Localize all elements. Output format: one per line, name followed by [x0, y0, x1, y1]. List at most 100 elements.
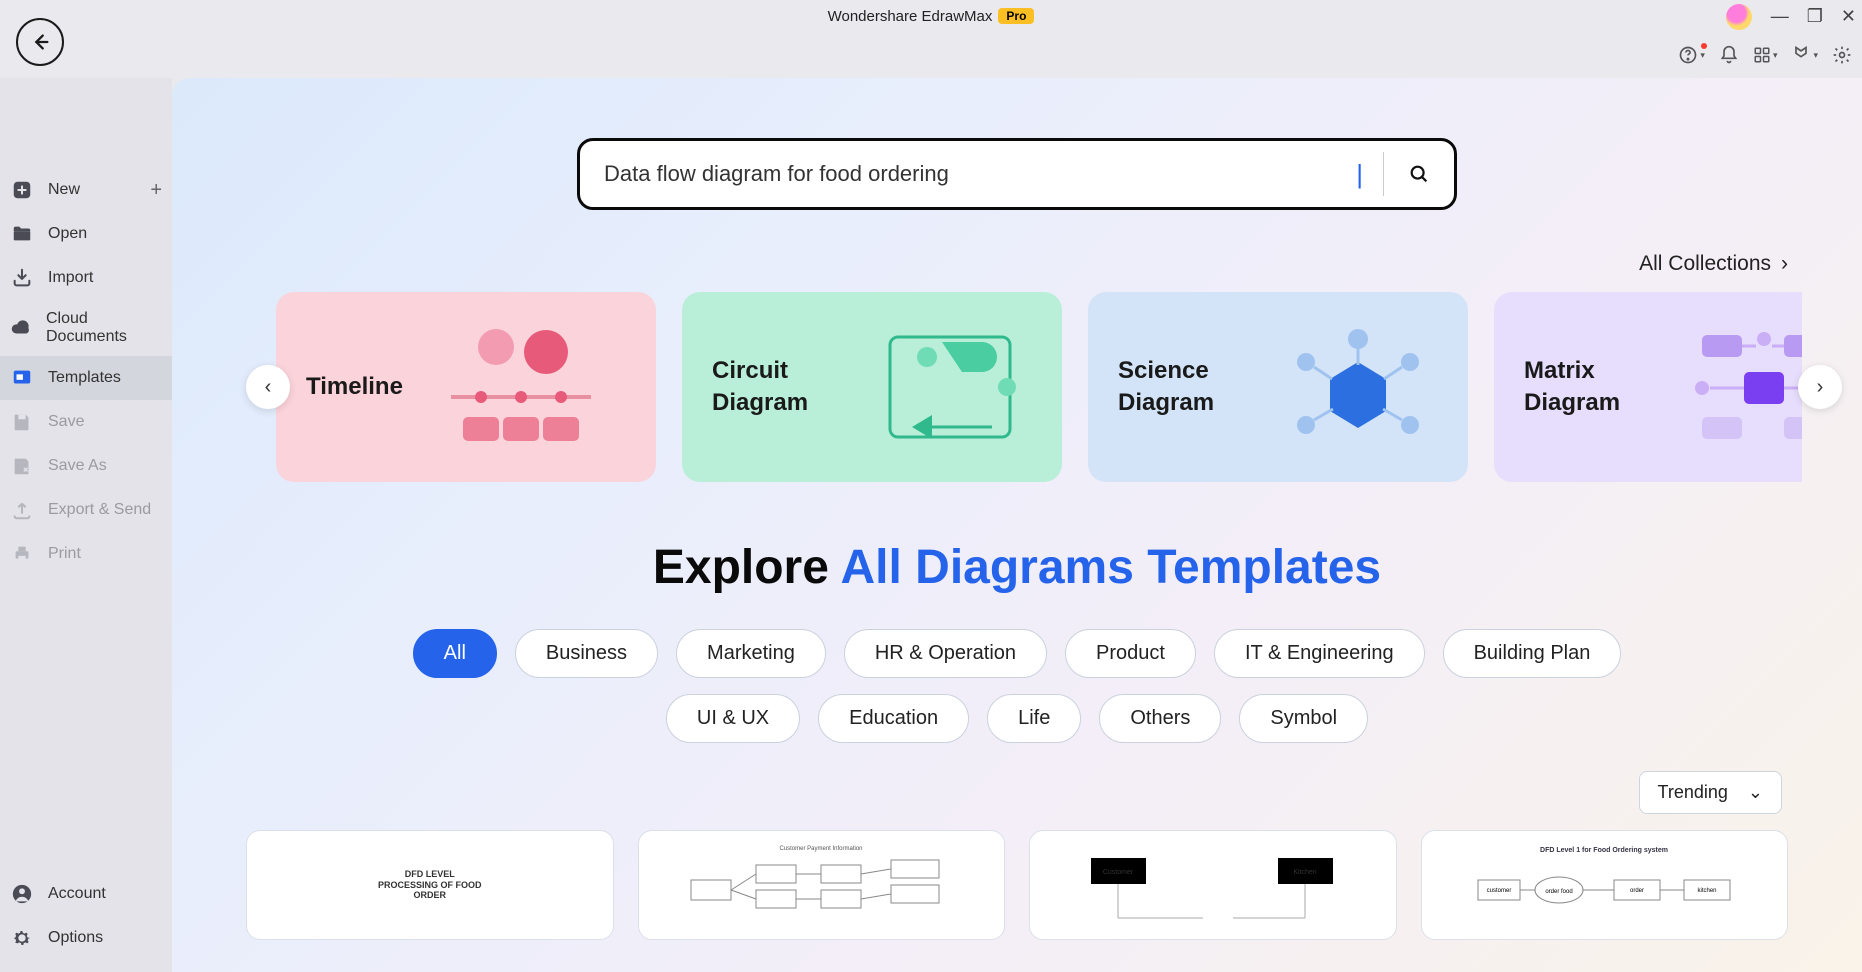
filter-pill-education[interactable]: Education: [818, 694, 969, 743]
filter-pill-hr-operation[interactable]: HR & Operation: [844, 629, 1047, 678]
svg-text:DFD Level 1 for Food Ordering: DFD Level 1 for Food Ordering system: [1540, 847, 1668, 854]
plus-square-icon: [10, 178, 34, 202]
sidebar-item-export-send: Export & Send: [0, 488, 172, 532]
sidebar-item-account[interactable]: Account: [0, 872, 172, 916]
category-card-matrix[interactable]: Matrix Diagram: [1494, 292, 1802, 482]
svg-text:order food: order food: [1546, 889, 1573, 895]
sidebar-item-label: Save: [48, 413, 84, 431]
cloud-icon: [10, 316, 32, 340]
sidebar-item-templates[interactable]: Templates: [0, 356, 172, 400]
print-icon: [10, 542, 34, 566]
filter-pill-others[interactable]: Others: [1099, 694, 1221, 743]
template-thumb: DFD Level 1 for Food Ordering system cus…: [1464, 840, 1744, 930]
filter-pill-all[interactable]: All: [413, 629, 497, 678]
sidebar-item-print: Print: [0, 532, 172, 576]
text-cursor: |: [1356, 159, 1363, 190]
svg-text:Customer: Customer: [1103, 869, 1134, 876]
top-toolbar: ▾ ▾ ▾: [0, 32, 1862, 78]
filter-pill-ui-ux[interactable]: UI & UX: [666, 694, 800, 743]
account-icon: [10, 882, 34, 906]
svg-text:customer: customer: [1487, 888, 1512, 894]
user-avatar[interactable]: [1726, 4, 1752, 30]
sidebar-item-label: Print: [48, 545, 81, 563]
timeline-art-icon: [417, 292, 626, 482]
settings-icon[interactable]: [1832, 45, 1852, 65]
category-label: Matrix Diagram: [1524, 355, 1670, 420]
filter-pill-it-engineering[interactable]: IT & Engineering: [1214, 629, 1425, 678]
notifications-icon[interactable]: [1719, 45, 1739, 65]
category-card-circuit[interactable]: Circuit Diagram: [682, 292, 1062, 482]
filter-pills: All Business Marketing HR & Operation Pr…: [172, 629, 1862, 743]
category-label: Science Diagram: [1118, 355, 1264, 420]
maximize-button[interactable]: ❐: [1807, 6, 1823, 27]
sidebar-item-save-as: Save As: [0, 444, 172, 488]
sort-dropdown[interactable]: Trending ⌄: [1639, 771, 1782, 814]
template-caption: DFD LEVEL PROCESSING OF FOOD ORDER: [375, 869, 485, 901]
sidebar-item-label: Import: [48, 269, 93, 287]
theme-icon[interactable]: ▾: [1791, 45, 1818, 65]
all-collections-label: All Collections: [1639, 252, 1771, 276]
svg-text:kitchen: kitchen: [1698, 888, 1717, 894]
gear-icon: [10, 926, 34, 950]
export-icon: [10, 498, 34, 522]
svg-text:Customer Payment Information: Customer Payment Information: [780, 846, 863, 852]
sidebar-item-label: Save As: [48, 457, 107, 475]
folder-icon: [10, 222, 34, 246]
science-art-icon: [1278, 292, 1438, 482]
sidebar-item-label: New: [48, 181, 80, 199]
template-card[interactable]: Customer Payment Information: [638, 830, 1006, 940]
category-label: Circuit Diagram: [712, 355, 858, 420]
sidebar-item-new[interactable]: New +: [0, 168, 172, 212]
apps-icon[interactable]: ▾: [1753, 46, 1778, 64]
template-card[interactable]: Customer Kitchen: [1029, 830, 1397, 940]
svg-text:Kitchen: Kitchen: [1293, 869, 1316, 876]
sidebar-item-label: Templates: [48, 369, 121, 387]
category-card-timeline[interactable]: Timeline: [276, 292, 656, 482]
titlebar: Wondershare EdrawMax Pro — ❐ ✕: [0, 0, 1862, 32]
search-icon[interactable]: [1408, 163, 1430, 185]
template-thumb: Customer Kitchen: [1073, 840, 1353, 930]
save-icon: [10, 410, 34, 434]
filter-pill-symbol[interactable]: Symbol: [1239, 694, 1368, 743]
sidebar-item-label: Cloud Documents: [46, 310, 162, 346]
back-button[interactable]: [16, 18, 64, 66]
template-card[interactable]: DFD LEVEL PROCESSING OF FOOD ORDER: [246, 830, 614, 940]
filter-pill-building-plan[interactable]: Building Plan: [1443, 629, 1622, 678]
sidebar-item-label: Options: [48, 929, 103, 947]
category-card-science[interactable]: Science Diagram: [1088, 292, 1468, 482]
search-input[interactable]: [604, 161, 1360, 187]
filter-pill-business[interactable]: Business: [515, 629, 658, 678]
save-as-icon: [10, 454, 34, 478]
close-button[interactable]: ✕: [1841, 6, 1856, 27]
minimize-button[interactable]: —: [1771, 6, 1789, 27]
chevron-right-icon: ›: [1781, 252, 1788, 276]
sidebar-item-cloud-documents[interactable]: Cloud Documents: [0, 300, 172, 356]
matrix-art-icon: [1684, 292, 1802, 482]
template-thumb: Customer Payment Information: [681, 840, 961, 930]
chevron-down-icon: ⌄: [1748, 782, 1763, 803]
help-icon[interactable]: ▾: [1678, 45, 1705, 65]
sidebar-item-options[interactable]: Options: [0, 916, 172, 960]
category-label: Timeline: [306, 371, 403, 403]
search-divider: [1383, 152, 1384, 196]
filter-pill-marketing[interactable]: Marketing: [676, 629, 826, 678]
search-bar[interactable]: |: [577, 138, 1457, 210]
carousel-prev-button[interactable]: ‹: [246, 365, 290, 409]
all-collections-link[interactable]: All Collections ›: [172, 210, 1862, 276]
content-area: | All Collections › ‹ › Timeline: [172, 78, 1862, 972]
new-plus-icon[interactable]: +: [150, 179, 162, 202]
sidebar-item-import[interactable]: Import: [0, 256, 172, 300]
sidebar-item-label: Open: [48, 225, 87, 243]
sidebar-item-open[interactable]: Open: [0, 212, 172, 256]
template-card[interactable]: DFD Level 1 for Food Ordering system cus…: [1421, 830, 1789, 940]
filter-pill-product[interactable]: Product: [1065, 629, 1196, 678]
explore-prefix: Explore: [653, 541, 841, 594]
sidebar: New + Open Import Cloud Documents Templa…: [0, 78, 172, 972]
circuit-art-icon: [872, 292, 1032, 482]
category-carousel: ‹ › Timeline: [172, 292, 1862, 482]
window-title: Wondershare EdrawMax: [828, 8, 993, 25]
carousel-next-button[interactable]: ›: [1798, 365, 1842, 409]
svg-text:order: order: [1630, 888, 1644, 894]
sort-label: Trending: [1658, 782, 1728, 803]
filter-pill-life[interactable]: Life: [987, 694, 1081, 743]
